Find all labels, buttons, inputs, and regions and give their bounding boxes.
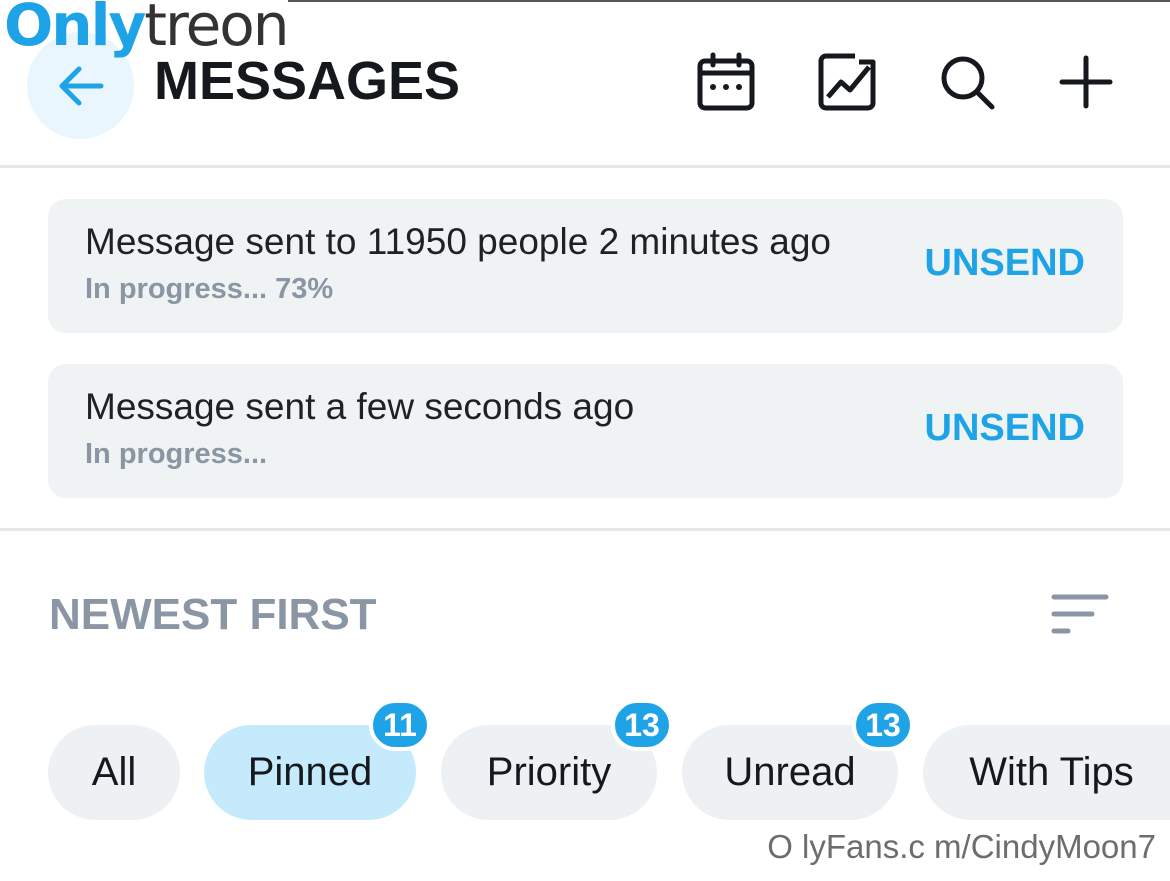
- chip-label: All: [91, 750, 137, 794]
- filter-chip-all[interactable]: All: [48, 725, 180, 820]
- logo-part-a: Only: [4, 0, 146, 59]
- plus-icon: [1059, 55, 1113, 109]
- message-status: In progress... 73%: [85, 273, 334, 305]
- logo-part-b: treon: [144, 0, 289, 59]
- sort-button[interactable]: [1050, 590, 1110, 640]
- new-message-button[interactable]: [1056, 52, 1116, 112]
- sort-label[interactable]: NEWEST FIRST: [49, 590, 377, 640]
- chip-label: Unread: [724, 750, 856, 794]
- message-status: In progress...: [85, 438, 268, 470]
- footer-watermark: O lyFans.c m/CindyMoon7: [767, 828, 1156, 865]
- back-arrow-icon: [59, 66, 103, 105]
- chip-label: Priority: [486, 750, 612, 794]
- mass-message-card: Message sent to 11950 people 2 minutes a…: [48, 199, 1123, 333]
- unsend-button[interactable]: UNSEND: [925, 407, 1085, 450]
- section-divider: [0, 528, 1170, 531]
- unsend-button[interactable]: UNSEND: [925, 242, 1085, 285]
- count-badge: 11: [369, 699, 431, 751]
- mass-message-card: Message sent a few seconds ago In progre…: [48, 364, 1123, 498]
- message-text: Message sent to 11950 people 2 minutes a…: [85, 221, 831, 262]
- message-text: Message sent a few seconds ago: [85, 386, 635, 427]
- watermark-logo: Onlytreon: [4, 0, 290, 59]
- count-badge: 13: [852, 699, 914, 751]
- calendar-button[interactable]: [696, 52, 756, 112]
- calendar-icon: [697, 52, 755, 111]
- count-badge: 13: [611, 699, 673, 751]
- search-button[interactable]: [937, 52, 997, 112]
- top-line: [288, 0, 1170, 2]
- filter-chip-with-tips[interactable]: With Tips: [923, 725, 1170, 820]
- messages-screen: MESSAGES Onlytreon Message sent to 11950…: [0, 0, 1170, 881]
- chip-label: With Tips: [969, 750, 1134, 794]
- chart-image-icon: [818, 53, 876, 111]
- media-stats-button[interactable]: [817, 52, 877, 112]
- page-title: MESSAGES: [154, 51, 461, 111]
- sort-icon: [1051, 594, 1109, 634]
- search-icon: [941, 56, 995, 110]
- chip-label: Pinned: [247, 750, 373, 794]
